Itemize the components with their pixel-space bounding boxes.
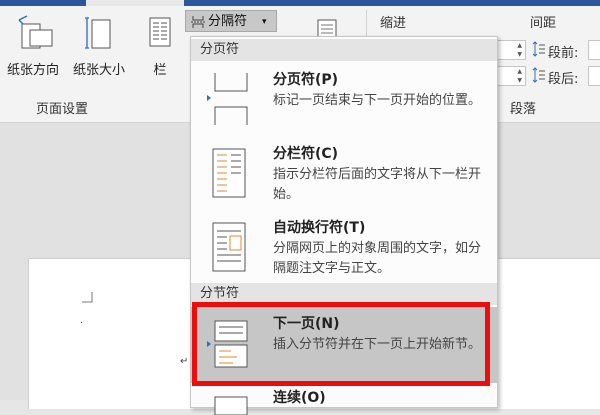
columns-icon <box>149 17 171 47</box>
item-description: 指示分栏符后面的文字将从下一栏开始。 <box>273 167 482 202</box>
orientation-button[interactable]: 纸张方向 <box>2 14 64 78</box>
item-title: 自动换行符(T) <box>273 220 366 236</box>
columns-label: 栏 <box>153 63 167 78</box>
breaks-button[interactable]: 分隔符 ▾ <box>185 10 277 32</box>
spin-up-icon[interactable]: ▲ <box>517 42 522 50</box>
indent-label: 缩进 <box>380 16 407 31</box>
menu-item-text-wrapping-break[interactable]: 自动换行符(T) 分隔网页上的对象周围的文字，如分隔题注文字与正文。 <box>191 213 497 283</box>
breaks-icon <box>191 16 205 28</box>
menu-item-column-break[interactable]: 分栏符(C) 指示分栏符后面的文字将从下一栏开始。 <box>191 137 497 211</box>
menu-item-continuous[interactable]: 连续(O) <box>191 385 497 415</box>
space-after-icon <box>532 67 545 83</box>
spacing-label: 间距 <box>530 16 557 31</box>
paper-size-icon <box>85 17 111 49</box>
spin-down-icon[interactable]: ▼ <box>517 51 522 59</box>
group-label-paragraph: 段落 <box>510 102 537 117</box>
space-before-input[interactable] <box>588 40 600 60</box>
paper-size-button[interactable]: 纸张大小 <box>66 14 132 78</box>
page-orientation-icon <box>18 15 53 49</box>
continuous-section-break-icon <box>214 396 248 415</box>
columns-button[interactable]: 栏 <box>142 14 178 78</box>
group-label-page-setup: 页面设置 <box>36 102 89 117</box>
item-description: 标记一页结束与下一页开始的位置。 <box>273 93 482 108</box>
spin-down-icon[interactable]: ▼ <box>517 77 522 85</box>
item-title: 分栏符(C) <box>273 146 339 162</box>
paper-size-label: 纸张大小 <box>72 63 125 78</box>
breaks-label: 分隔符 <box>208 14 248 29</box>
orientation-label: 纸张方向 <box>6 63 59 78</box>
paragraph-mark-icon: ↵ <box>180 356 189 367</box>
page-break-icon <box>207 73 248 125</box>
section-header-page-breaks: 分页符 <box>191 39 497 61</box>
text-wrapping-break-icon <box>212 222 246 272</box>
highlight-annotation-box <box>192 302 490 386</box>
space-after-label: 段后: <box>548 72 579 87</box>
item-title: 连续(O) <box>273 390 326 406</box>
chevron-down-icon: ▾ <box>262 17 267 27</box>
item-title: 分页符(P) <box>273 72 339 88</box>
space-after-input[interactable] <box>588 66 600 86</box>
spin-up-icon[interactable]: ▲ <box>517 68 522 76</box>
margin-corner-mark <box>82 292 93 303</box>
space-before-icon <box>532 41 545 57</box>
column-break-icon <box>212 148 246 198</box>
text-dot: · <box>80 318 84 329</box>
space-before-label: 段前: <box>548 46 579 61</box>
menu-item-page-break[interactable]: 分页符(P) 标记一页结束与下一页开始的位置。 <box>191 63 497 135</box>
item-description: 分隔网页上的对象周围的文字，如分隔题注文字与正文。 <box>273 241 482 276</box>
